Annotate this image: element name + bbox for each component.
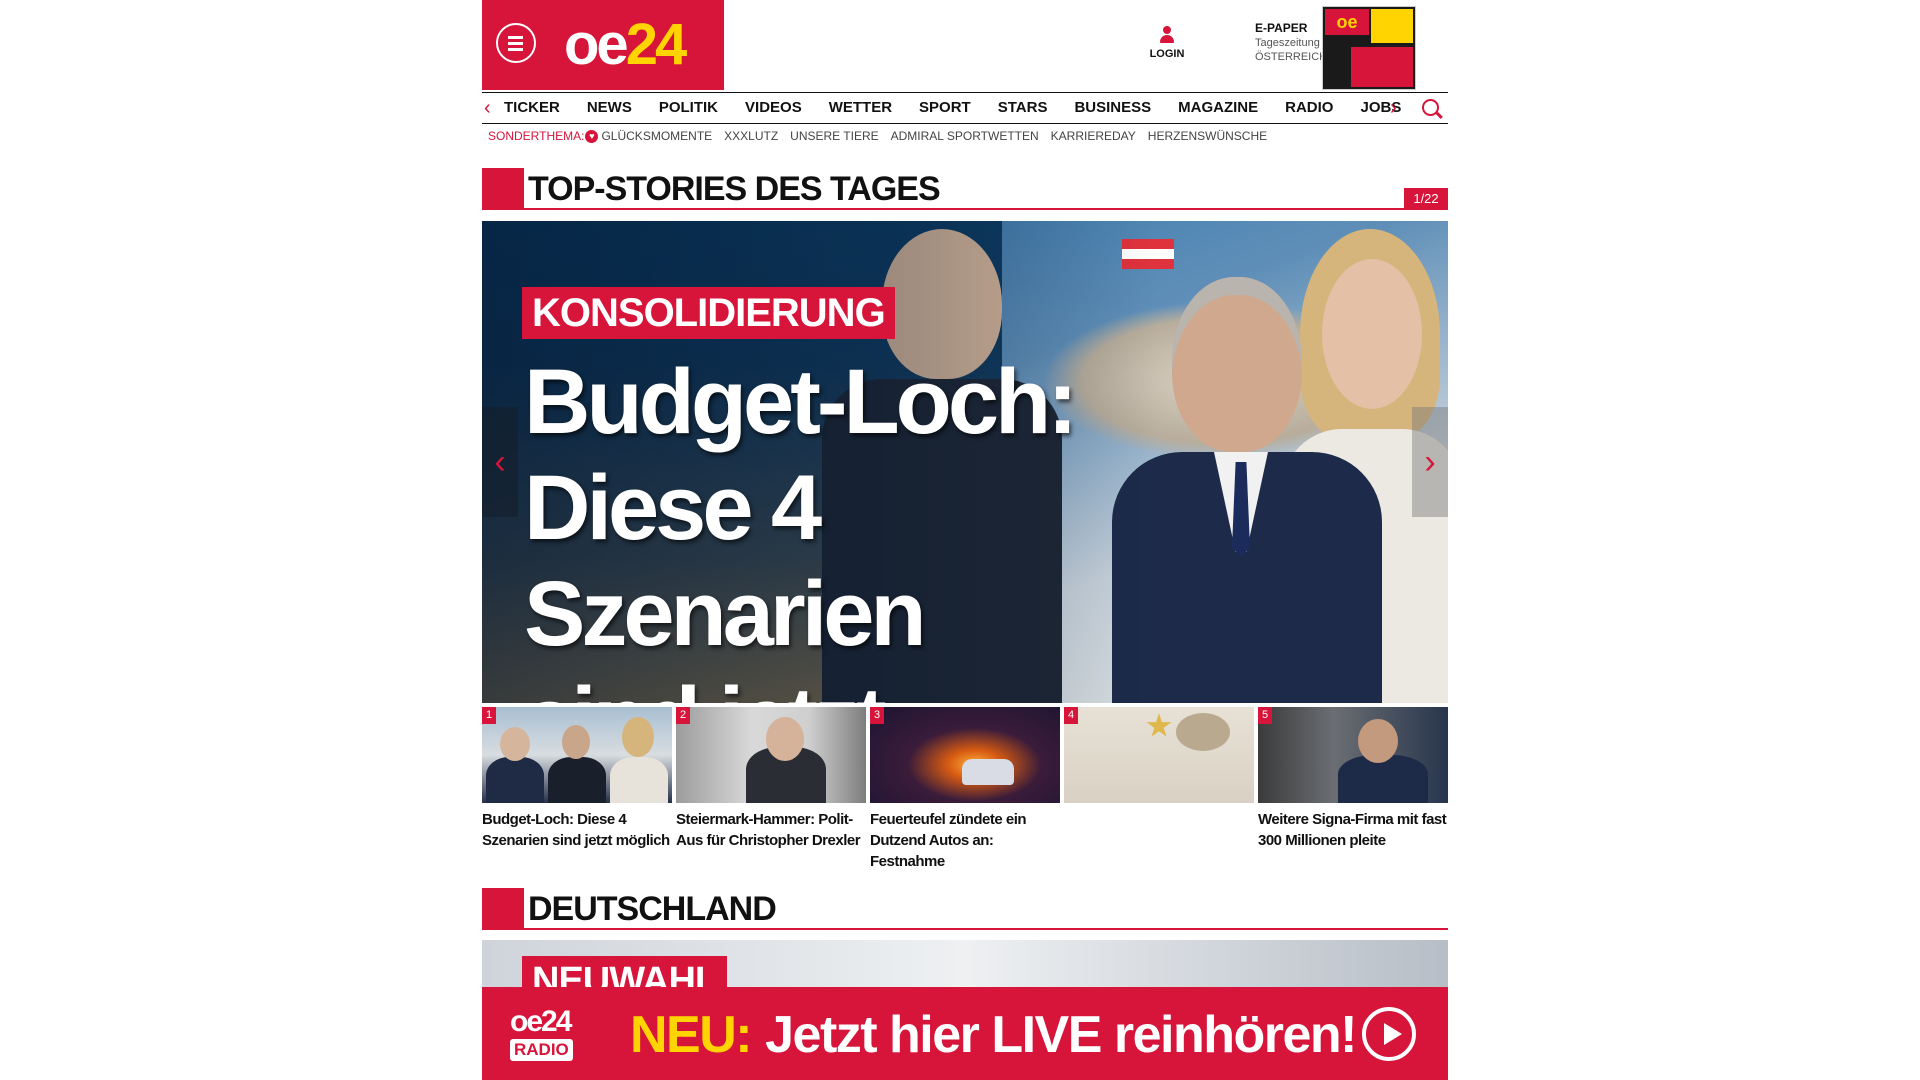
- nav-chevron-left-icon[interactable]: ‹: [484, 97, 491, 120]
- search-icon[interactable]: [1422, 99, 1439, 116]
- site-logo[interactable]: oe24: [564, 10, 687, 80]
- radio-banner[interactable]: oe24 RADIO NEU: Jetzt hier LIVE reinhören…: [482, 987, 1448, 1080]
- thumbnail-image: 4: [1064, 707, 1254, 803]
- story-thumbnail-strip: 1 Budget-Loch: Diese 4 Szenarien sind je…: [482, 707, 1448, 870]
- hero-headline-line: Diese 4 Szenarien: [524, 457, 927, 665]
- nav-item-sport[interactable]: SPORT: [919, 93, 971, 123]
- thumbnail-number: 1: [482, 707, 496, 724]
- section-marker: [482, 168, 524, 210]
- hero-headline-line: Budget-Loch:: [524, 351, 1078, 453]
- special-topic-link[interactable]: KARRIEREDAY: [1051, 129, 1136, 143]
- heart-icon: ♥: [585, 129, 599, 143]
- epaper-subtitle-2: ÖSTERREICH: [1255, 51, 1328, 63]
- radio-cta: Jetzt hier LIVE reinhören!: [765, 1006, 1357, 1064]
- radio-logo-text: oe24: [510, 1005, 572, 1038]
- thumbnail-number: 4: [1064, 707, 1078, 724]
- thumbnail-image: 5: [1258, 707, 1448, 803]
- logo-text-main: oe: [564, 12, 629, 77]
- slide-counter: 1/22: [1404, 188, 1448, 210]
- thumbnail-caption[interactable]: Steiermark-Hammer: Polit-Aus für Christo…: [676, 809, 866, 851]
- radio-banner-text: NEU: Jetzt hier LIVE reinhören!: [630, 1005, 1357, 1065]
- thumbnail-image: 1: [482, 707, 672, 803]
- section-header-deutschland: DEUTSCHLAND: [482, 888, 1448, 932]
- special-topic-link[interactable]: HERZENSWÜNSCHE: [1148, 129, 1267, 143]
- nav-chevron-right-icon[interactable]: ›: [1390, 97, 1397, 120]
- epaper-subtitle: Tageszeitung: [1255, 37, 1320, 49]
- thumbnail-image: 3: [870, 707, 1060, 803]
- thumbnail-caption[interactable]: Budget-Loch: Diese 4 Szenarien sind jetz…: [482, 809, 672, 851]
- hero-headline[interactable]: Budget-Loch: Diese 4 Szenarien sind jetz…: [524, 349, 1164, 703]
- story-thumbnail[interactable]: 2 Steiermark-Hammer: Polit-Aus für Chris…: [676, 707, 866, 849]
- special-topics-label: SONDERTHEMA:: [488, 129, 585, 143]
- slider-prev-chevron-left-icon[interactable]: ‹: [482, 407, 518, 517]
- logo-area: oe24: [482, 0, 724, 90]
- story-thumbnail[interactable]: 1 Budget-Loch: Diese 4 Szenarien sind je…: [482, 707, 672, 849]
- radio-new-label: NEU:: [630, 1006, 753, 1064]
- nav-item-ticker[interactable]: TICKER: [504, 93, 560, 123]
- section-title: TOP-STORIES DES TAGES: [528, 170, 941, 208]
- nav-item-videos[interactable]: VIDEOS: [745, 93, 802, 123]
- login-button[interactable]: LOGIN: [1142, 26, 1192, 60]
- section-header-top-stories: TOP-STORIES DES TAGES 1/22: [482, 168, 1448, 212]
- site-header: oe24 LOGIN E-PAPER Tageszeitung ÖSTERREI…: [482, 0, 1448, 90]
- epaper-cover-logo: oe: [1325, 9, 1369, 35]
- page-container: oe24 LOGIN E-PAPER Tageszeitung ÖSTERREI…: [482, 0, 1448, 1080]
- special-topic-link[interactable]: ADMIRAL SPORTWETTEN: [891, 129, 1039, 143]
- nav-item-news[interactable]: NEWS: [587, 93, 632, 123]
- hero-headline-line: sind jetzt möglich: [524, 667, 1164, 703]
- thumbnail-number: 5: [1258, 707, 1272, 724]
- section-underline: [524, 928, 1448, 930]
- special-topics-bar: SONDERTHEMA: ♥ GLÜCKSMOMENTE XXXLUTZ UNSER…: [488, 129, 1279, 143]
- section-title: DEUTSCHLAND: [528, 890, 777, 928]
- slider-next-chevron-right-icon[interactable]: ›: [1412, 407, 1448, 517]
- radio-logo: oe24 RADIO: [510, 1007, 598, 1067]
- user-icon: [1159, 26, 1175, 44]
- hero-kicker: KONSOLIDIERUNG: [522, 287, 895, 339]
- hero-slide[interactable]: KONSOLIDIERUNG Budget-Loch: Diese 4 Szen…: [482, 221, 1448, 703]
- special-topic-link[interactable]: GLÜCKSMOMENTE: [601, 129, 712, 143]
- nav-item-business[interactable]: BUSINESS: [1074, 93, 1151, 123]
- section-marker: [482, 888, 524, 930]
- nav-item-stars[interactable]: STARS: [998, 93, 1048, 123]
- story-thumbnail[interactable]: 4: [1064, 707, 1254, 847]
- nav-list: TICKER NEWS POLITIK VIDEOS WETTER SPORT STARS B…: [504, 93, 1428, 123]
- hamburger-menu-icon[interactable]: [496, 23, 536, 63]
- nav-item-wetter[interactable]: WETTER: [829, 93, 892, 123]
- login-label: LOGIN: [1149, 48, 1185, 60]
- special-topic-link[interactable]: XXXLUTZ: [724, 129, 778, 143]
- nav-item-politik[interactable]: POLITIK: [659, 93, 718, 123]
- thumbnail-caption[interactable]: Weitere Signa-Firma mit fast 300 Million…: [1258, 809, 1448, 851]
- thumbnail-image: 2: [676, 707, 866, 803]
- main-navigation: ‹ TICKER NEWS POLITIK VIDEOS WETTER SPORT STAR…: [482, 92, 1448, 124]
- story-thumbnail[interactable]: 5 Weitere Signa-Firma mit fast 300 Milli…: [1258, 707, 1448, 849]
- special-topic-link[interactable]: UNSERE TIERE: [790, 129, 878, 143]
- epaper-title: E-PAPER: [1255, 21, 1308, 35]
- epaper-cover-headline: [1351, 47, 1413, 87]
- story-thumbnail[interactable]: 3 Feuerteufel zündete ein Dutzend Autos …: [870, 707, 1060, 870]
- radio-logo-sub: RADIO: [510, 1039, 573, 1061]
- thumbnail-number: 3: [870, 707, 884, 724]
- epaper-link[interactable]: E-PAPER Tageszeitung ÖSTERREICH: [1255, 21, 1327, 64]
- logo-text-num: 24: [625, 12, 687, 77]
- nav-item-radio[interactable]: RADIO: [1285, 93, 1333, 123]
- play-icon[interactable]: [1362, 1007, 1416, 1061]
- thumbnail-number: 2: [676, 707, 690, 724]
- epaper-cover-teaser: [1371, 9, 1413, 43]
- thumbnail-caption[interactable]: Feuerteufel zündete ein Dutzend Autos an…: [870, 809, 1060, 872]
- nav-item-magazine[interactable]: MAGAZINE: [1178, 93, 1258, 123]
- epaper-cover-thumbnail[interactable]: oe: [1322, 6, 1416, 90]
- section-underline: [524, 208, 1448, 210]
